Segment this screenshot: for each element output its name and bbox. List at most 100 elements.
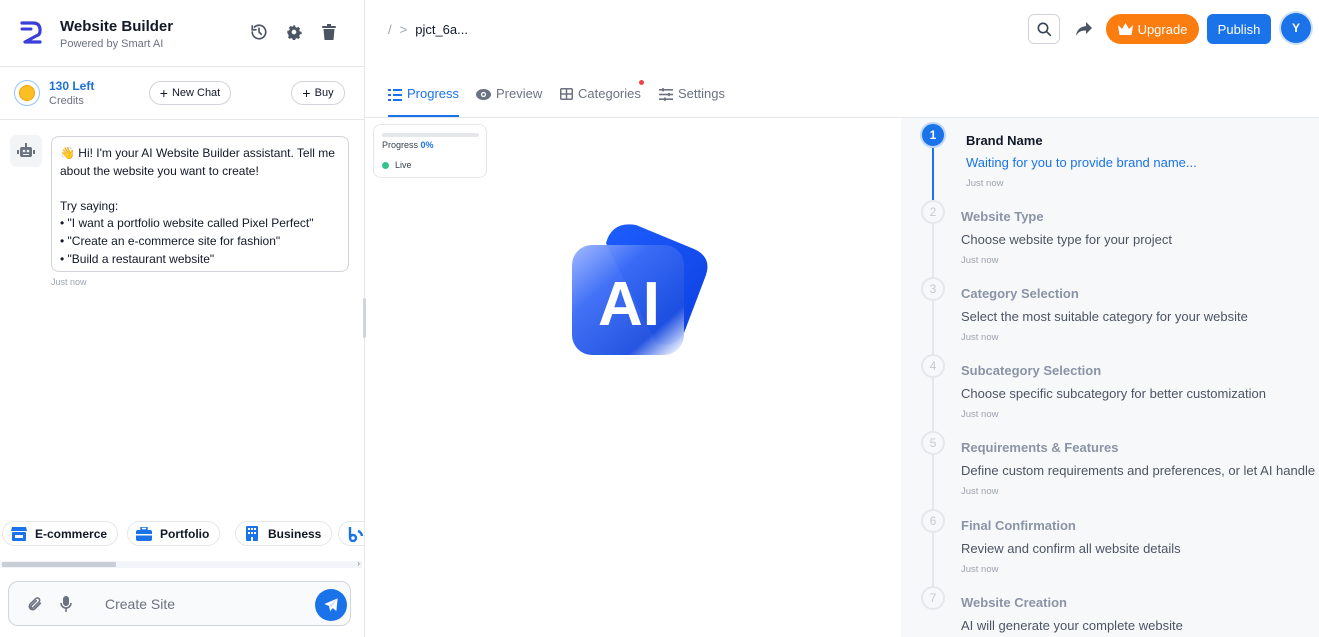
- settings-gear-icon[interactable]: [284, 22, 304, 42]
- step-number: 5: [921, 431, 945, 455]
- tab-progress[interactable]: Progress: [388, 86, 460, 117]
- quick-actions: E-commerce Portfolio Business: [0, 513, 364, 567]
- step-number: 1: [920, 122, 946, 148]
- message-input[interactable]: [105, 590, 305, 618]
- send-icon: [324, 598, 338, 612]
- tab-label: Progress: [407, 86, 460, 101]
- progress-steps: 1 Brand Name Waiting for you to provide …: [901, 118, 1319, 637]
- chip-label: E-commerce: [35, 526, 108, 541]
- step-time: Just now: [966, 178, 1004, 189]
- step-title: Website Type: [961, 209, 1044, 224]
- progress-label: Progress 0%: [382, 140, 434, 150]
- step-description: Waiting for you to provide brand name...: [966, 155, 1197, 170]
- history-icon[interactable]: [249, 22, 269, 42]
- coin-icon: [14, 80, 40, 106]
- step-time: Just now: [961, 255, 999, 266]
- microphone-icon[interactable]: [57, 595, 75, 613]
- send-button[interactable]: [315, 589, 347, 621]
- plus-icon: +: [159, 85, 168, 101]
- progress-percent: 0%: [420, 140, 434, 150]
- tab-label: Preview: [496, 86, 543, 101]
- workspace-tabs: Progress Preview Categories Settings: [365, 72, 1319, 118]
- breadcrumb-root[interactable]: /: [388, 22, 392, 37]
- list-icon: [388, 89, 402, 101]
- scroll-right-icon[interactable]: ›: [357, 559, 360, 568]
- chip-label: Portfolio: [160, 526, 210, 541]
- brand-header: Website Builder Powered by Smart AI: [0, 0, 364, 67]
- step-description: Select the most suitable category for yo…: [961, 309, 1248, 324]
- upgrade-button[interactable]: Upgrade: [1106, 14, 1199, 44]
- crown-icon: [1117, 23, 1133, 35]
- ai-logo: AI: [572, 224, 708, 355]
- step-title: Website Creation: [961, 595, 1067, 610]
- buy-button[interactable]: + Buy: [291, 81, 345, 105]
- trash-icon[interactable]: [319, 22, 339, 42]
- attach-icon[interactable]: [26, 595, 44, 613]
- message-composer: [8, 581, 351, 626]
- share-icon: [1076, 22, 1092, 36]
- tab-label: Settings: [678, 86, 725, 101]
- credits-bar: 130 Left Credits + New Chat + Buy: [0, 67, 364, 120]
- step-number: 7: [921, 586, 945, 610]
- tab-categories[interactable]: Categories: [560, 86, 641, 117]
- search-button[interactable]: [1028, 14, 1060, 44]
- step-title: Requirements & Features: [961, 440, 1119, 455]
- assistant-message: 👋 Hi! I'm your AI Website Builder assist…: [51, 136, 349, 272]
- buy-label: Buy: [314, 87, 334, 99]
- breadcrumb: / > pjct_6a...: [388, 22, 468, 37]
- progress-bar: [382, 133, 479, 137]
- step-title: Subcategory Selection: [961, 363, 1102, 378]
- step-time: Just now: [961, 564, 999, 575]
- plus-icon: +: [302, 85, 311, 101]
- step-number: 4: [921, 354, 945, 378]
- quick-action-more[interactable]: [338, 521, 364, 546]
- scrollbar-thumb[interactable]: [2, 562, 116, 567]
- bot-avatar-icon: [10, 135, 42, 167]
- message-line: Hi! I'm your AI Website Builder assistan…: [78, 146, 335, 160]
- user-avatar[interactable]: Y: [1281, 13, 1311, 43]
- app-subtitle: Powered by Smart AI: [60, 38, 164, 50]
- step-title: Final Confirmation: [961, 518, 1076, 533]
- message-line: about the website you want to create!: [60, 163, 259, 178]
- sliders-icon: [659, 88, 673, 101]
- live-status: Live: [382, 160, 412, 170]
- briefcase-icon: [136, 526, 152, 542]
- progress-card: Progress 0% Live: [373, 124, 487, 178]
- step-connector: [932, 200, 934, 600]
- step-description: Define custom requirements and preferenc…: [961, 463, 1319, 478]
- blog-icon: [347, 526, 363, 542]
- message-line: • "I want a portfolio website called Pix…: [60, 216, 314, 231]
- new-chat-button[interactable]: + New Chat: [149, 81, 231, 105]
- store-icon: [11, 526, 27, 542]
- publish-button[interactable]: Publish: [1207, 14, 1271, 44]
- tab-preview[interactable]: Preview: [476, 86, 542, 117]
- breadcrumb-separator-icon: >: [399, 22, 408, 37]
- message-timestamp: Just now: [51, 277, 87, 287]
- step-time: Just now: [961, 332, 999, 343]
- live-dot-icon: [382, 161, 389, 169]
- building-icon: [244, 526, 260, 542]
- tab-label: Categories: [578, 86, 641, 101]
- upgrade-label: Upgrade: [1137, 21, 1188, 37]
- step-description: AI will generate your complete website: [961, 618, 1183, 633]
- step-title: Brand Name: [966, 133, 1043, 148]
- live-label: Live: [395, 160, 412, 170]
- credits-remaining: 130 Left: [49, 79, 95, 93]
- message-line: • "Build a restaurant website": [60, 251, 215, 266]
- breadcrumb-project[interactable]: pjct_6a...: [415, 22, 468, 37]
- workspace-panel: / > pjct_6a... Upgrade Publish Y Progres…: [365, 0, 1319, 637]
- step-number: 3: [921, 277, 945, 301]
- quick-action-ecommerce[interactable]: E-commerce: [2, 521, 119, 546]
- quick-actions-scrollbar[interactable]: ›: [0, 559, 362, 568]
- grid-icon: [560, 88, 573, 100]
- step-time: Just now: [961, 486, 999, 497]
- quick-action-portfolio[interactable]: Portfolio: [127, 521, 221, 546]
- share-button[interactable]: [1072, 14, 1096, 44]
- step-description: Review and confirm all website details: [961, 541, 1181, 556]
- eye-icon: [476, 89, 491, 100]
- quick-action-business[interactable]: Business: [235, 521, 333, 546]
- step-number: 2: [921, 200, 945, 224]
- search-icon: [1037, 22, 1052, 37]
- step-description: Choose specific subcategory for better c…: [961, 386, 1266, 401]
- tab-settings[interactable]: Settings: [659, 86, 725, 117]
